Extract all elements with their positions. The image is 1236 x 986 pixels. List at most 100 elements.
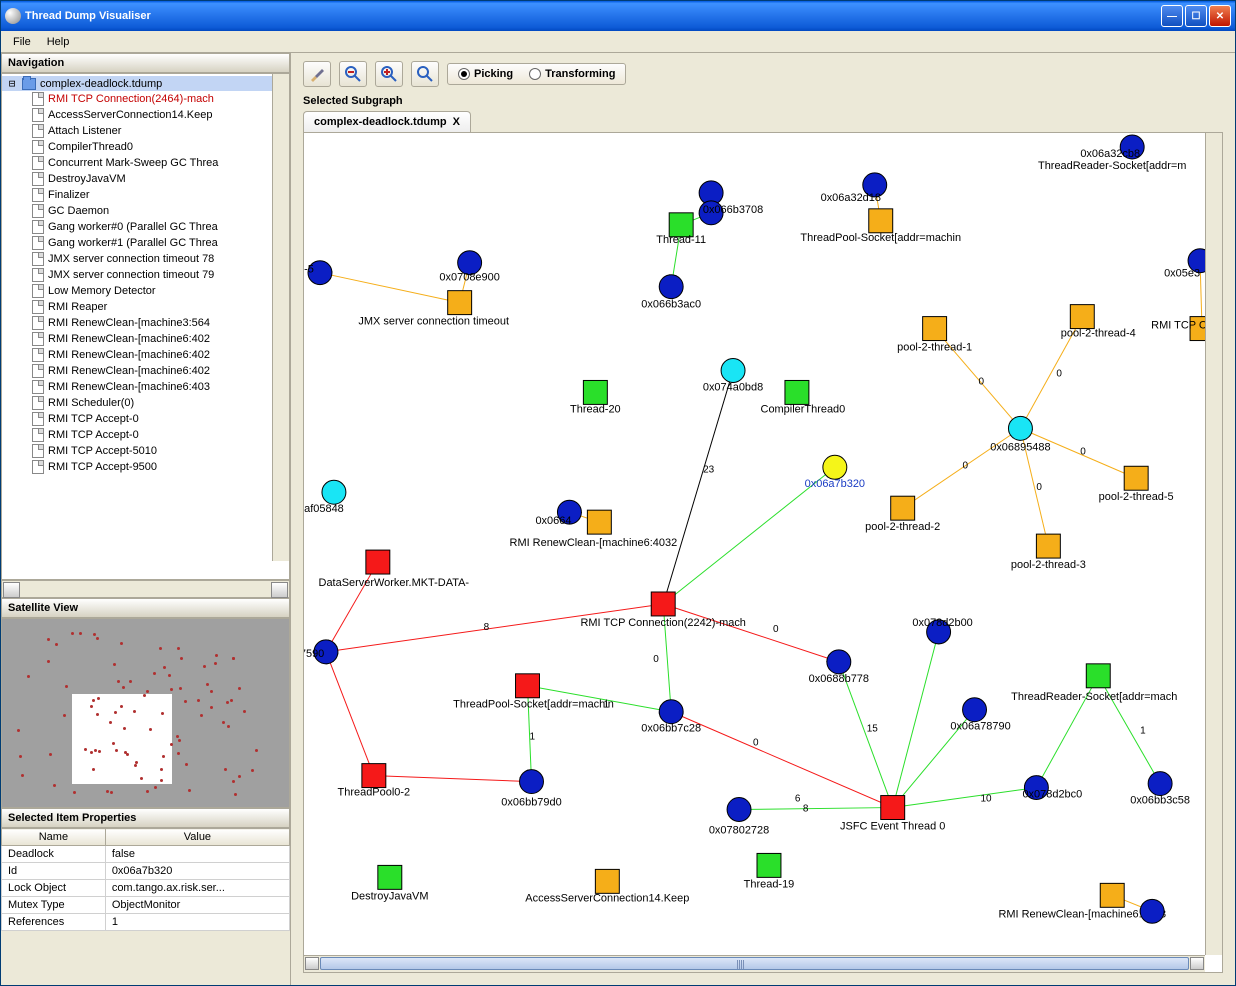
tree-leaf[interactable]: RMI RenewClean-[machine6:402 (32, 363, 289, 379)
tree-leaf-label: RMI TCP Accept-0 (48, 413, 139, 425)
svg-text:0x07802728: 0x07802728 (709, 824, 769, 836)
hscroll-left-icon[interactable] (305, 957, 319, 970)
properties-header-name[interactable]: Name (2, 829, 106, 846)
tree-leaf-label: RMI TCP Connection(2464)-mach (48, 93, 214, 105)
prop-value: 0x06a7b320 (105, 863, 289, 880)
table-row[interactable]: Deadlockfalse (2, 846, 290, 863)
properties-header-value[interactable]: Value (105, 829, 289, 846)
tree-leaf[interactable]: RMI RenewClean-[machine6:403 (32, 379, 289, 395)
svg-text:0x06a32cb8: 0x06a32cb8 (1080, 148, 1140, 160)
maximize-button[interactable] (1185, 5, 1207, 27)
tree-leaf[interactable]: JMX server connection timeout 78 (32, 251, 289, 267)
satellite-panel-title: Satellite View (1, 598, 290, 618)
zoom-fit-button[interactable] (411, 61, 439, 87)
svg-text:JSFC Event Thread 0: JSFC Event Thread 0 (840, 820, 945, 832)
hscroll-right-icon[interactable] (1190, 957, 1204, 970)
table-row[interactable]: References1 (2, 914, 290, 931)
tree-leaf-label: RMI TCP Accept-5010 (48, 445, 157, 457)
prop-value: com.tango.ax.risk.ser... (105, 880, 289, 897)
satellite-view[interactable] (1, 618, 290, 808)
tree-leaf[interactable]: Attach Listener (32, 123, 289, 139)
svg-text:ThreadPool0-2: ThreadPool0-2 (338, 787, 411, 799)
svg-text:0x06bb79d0: 0x06bb79d0 (501, 797, 561, 809)
file-icon (32, 316, 44, 330)
tree-leaf[interactable]: RMI TCP Connection(2464)-mach (32, 91, 289, 107)
tree-leaf[interactable]: RMI TCP Accept-9500 (32, 459, 289, 475)
file-icon (32, 444, 44, 458)
graph-hscroll[interactable] (304, 955, 1205, 972)
menu-help[interactable]: Help (39, 34, 78, 50)
hscroll-thumb[interactable] (320, 957, 1189, 970)
svg-text:0x0688b778: 0x0688b778 (809, 673, 869, 685)
table-row[interactable]: Id0x06a7b320 (2, 863, 290, 880)
svg-text:0: 0 (979, 376, 985, 387)
svg-text:CompilerThread0: CompilerThread0 (761, 403, 846, 415)
tree-leaf[interactable]: JMX server connection timeout 79 (32, 267, 289, 283)
navigation-tree[interactable]: ⊟ complex-deadlock.tdump RMI TCP Connect… (1, 73, 290, 580)
prop-value: ObjectMonitor (105, 897, 289, 914)
tree-leaf[interactable]: Low Memory Detector (32, 283, 289, 299)
app-icon (5, 8, 21, 24)
tree-leaf[interactable]: RMI Reaper (32, 299, 289, 315)
tree-leaf[interactable]: DestroyJavaVM (32, 171, 289, 187)
transforming-radio[interactable]: Transforming (529, 68, 615, 80)
tree-leaf[interactable]: RMI RenewClean-[machine3:564 (32, 315, 289, 331)
svg-text:0x066b3708: 0x066b3708 (703, 204, 763, 216)
graph-tab[interactable]: complex-deadlock.tdump X (303, 111, 471, 132)
file-icon (32, 396, 44, 410)
brush-button[interactable] (303, 61, 331, 87)
tree-leaf-label: RMI RenewClean-[machine6:402 (48, 333, 210, 345)
svg-text:pool-2-thread-3: pool-2-thread-3 (1011, 559, 1086, 571)
graph-canvas[interactable]: 80023118015610100000Thread-110x066b37080… (303, 132, 1223, 973)
prop-name: Lock Object (2, 880, 106, 897)
file-icon (32, 108, 44, 122)
tree-hscroll[interactable] (1, 580, 290, 598)
svg-text:RMI RenewClean-[machine6:4032: RMI RenewClean-[machine6:4032 (510, 537, 678, 549)
menu-file[interactable]: File (5, 34, 39, 50)
tree-leaf[interactable]: Concurrent Mark-Sweep GC Threa (32, 155, 289, 171)
svg-text:Thread-11: Thread-11 (656, 234, 706, 246)
table-row[interactable]: Mutex TypeObjectMonitor (2, 897, 290, 914)
collapse-handle-icon[interactable]: ⊟ (6, 77, 18, 90)
svg-text:8: 8 (803, 804, 809, 815)
graph-vscroll[interactable] (1205, 133, 1222, 955)
tree-leaf[interactable]: Gang worker#0 (Parallel GC Threa (32, 219, 289, 235)
zoom-in-button[interactable] (375, 61, 403, 87)
tree-leaf[interactable]: RMI Scheduler(0) (32, 395, 289, 411)
tree-leaf[interactable]: Finalizer (32, 187, 289, 203)
tree-leaf[interactable]: Gang worker#1 (Parallel GC Threa (32, 235, 289, 251)
window-title: Thread Dump Visualiser (25, 10, 1159, 22)
tree-leaf[interactable]: AccessServerConnection14.Keep (32, 107, 289, 123)
svg-text:0x06a78790: 0x06a78790 (950, 721, 1010, 733)
tree-leaf[interactable]: GC Daemon (32, 203, 289, 219)
file-icon (32, 92, 44, 106)
close-button[interactable] (1209, 5, 1231, 27)
tree-vscroll[interactable] (272, 74, 289, 561)
svg-text:15: 15 (867, 724, 879, 735)
tree-leaf[interactable]: RMI TCP Accept-0 (32, 427, 289, 443)
minimize-button[interactable] (1161, 5, 1183, 27)
file-icon (32, 380, 44, 394)
tree-root[interactable]: ⊟ complex-deadlock.tdump (2, 76, 289, 91)
picking-radio[interactable]: Picking (458, 68, 513, 80)
svg-text:Thread-20: Thread-20 (570, 403, 621, 415)
subgraph-label: Selected Subgraph (291, 95, 1235, 111)
graph-tab-close-icon[interactable]: X (453, 116, 460, 128)
file-icon (32, 220, 44, 234)
svg-text:ThreadReader-Socket[addr=mach: ThreadReader-Socket[addr=mach (1011, 691, 1177, 703)
tree-leaf[interactable]: CompilerThread0 (32, 139, 289, 155)
tree-leaf[interactable]: RMI RenewClean-[machine6:402 (32, 331, 289, 347)
file-icon (32, 268, 44, 282)
tree-leaf[interactable]: RMI TCP Accept-0 (32, 411, 289, 427)
zoom-out-button[interactable] (339, 61, 367, 87)
tree-leaf-label: RMI TCP Accept-0 (48, 429, 139, 441)
svg-text:0x06bb3c58: 0x06bb3c58 (1130, 795, 1190, 807)
tree-leaf-label: DestroyJavaVM (48, 173, 126, 185)
tree-leaf[interactable]: RMI TCP Accept-5010 (32, 443, 289, 459)
file-icon (32, 172, 44, 186)
menubar: File Help (1, 31, 1235, 53)
table-row[interactable]: Lock Objectcom.tango.ax.risk.ser... (2, 880, 290, 897)
tree-leaf[interactable]: RMI RenewClean-[machine6:402 (32, 347, 289, 363)
svg-text:8e7590: 8e7590 (304, 648, 324, 660)
file-icon (32, 300, 44, 314)
